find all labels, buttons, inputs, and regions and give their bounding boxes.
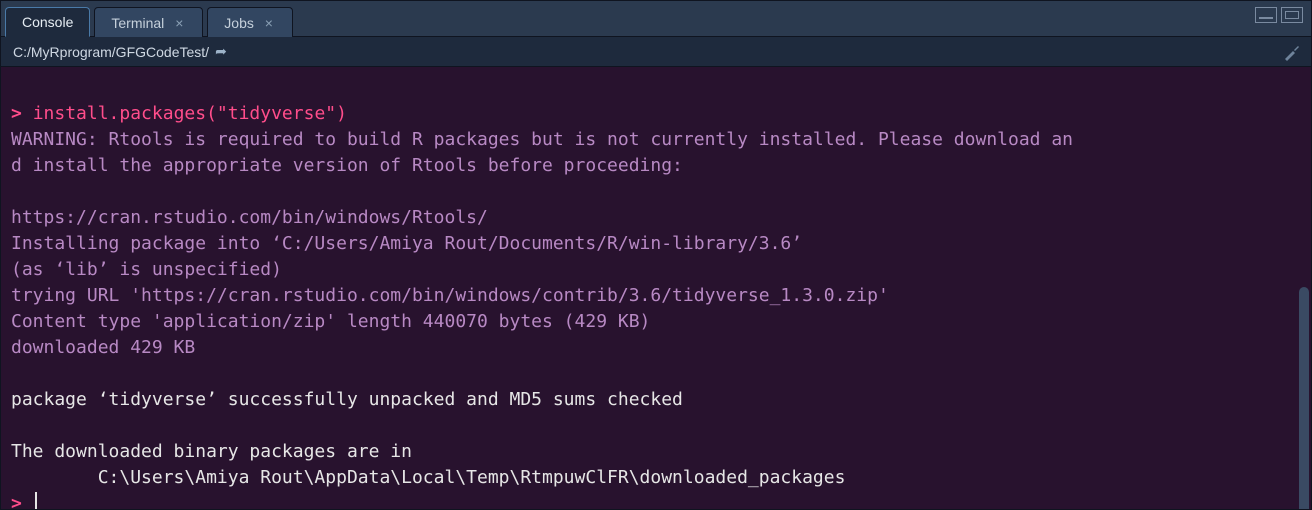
close-icon[interactable]: × [172,16,186,30]
rtools-link[interactable]: https://cran.rstudio.com/bin/windows/Rto… [11,207,488,228]
tab-jobs-label: Jobs [224,15,254,31]
maximize-icon[interactable] [1281,7,1303,23]
warning-line: WARNING: Rtools is required to build R p… [11,129,1073,150]
lib-unspecified-line: (as ‘lib’ is unspecified) [11,259,282,280]
success-line: package ‘tidyverse’ successfully unpacke… [11,389,683,410]
minimize-icon[interactable] [1255,7,1277,23]
tab-console[interactable]: Console [5,7,90,37]
console-panel: Console Terminal × Jobs × C:/MyRprogram/… [0,0,1312,510]
close-icon[interactable]: × [262,16,276,30]
prompt: > [11,493,33,509]
scrollbar[interactable] [1299,287,1309,509]
tab-console-label: Console [22,14,73,30]
prompt: > [11,103,22,124]
tab-terminal-label: Terminal [111,15,164,31]
tab-jobs[interactable]: Jobs × [207,7,293,37]
bin-pkgs-path: C:\Users\Amiya Rout\AppData\Local\Temp\R… [11,467,845,488]
text-cursor [35,492,37,509]
content-type-line: Content type 'application/zip' length 44… [11,311,650,332]
console-output[interactable]: > install.packages("tidyverse") WARNING:… [1,67,1311,509]
clear-console-icon[interactable] [1281,41,1301,66]
trying-url-line: trying URL 'https://cran.rstudio.com/bin… [11,285,889,306]
warning-line: d install the appropriate version of Rto… [11,155,683,176]
tab-terminal[interactable]: Terminal × [94,7,203,37]
working-dir-path: C:/MyRprogram/GFGCodeTest/ [13,44,209,60]
downloaded-line: downloaded 429 KB [11,337,195,358]
working-dir-bar: C:/MyRprogram/GFGCodeTest/ ➦ [1,37,1311,67]
window-controls [1255,7,1303,23]
command-text: install.packages("tidyverse") [33,103,347,124]
tab-bar: Console Terminal × Jobs × [1,1,1311,37]
install-into-line: Installing package into ‘C:/Users/Amiya … [11,233,802,254]
bin-pkgs-line: The downloaded binary packages are in [11,441,412,462]
goto-dir-icon[interactable]: ➦ [215,43,227,60]
